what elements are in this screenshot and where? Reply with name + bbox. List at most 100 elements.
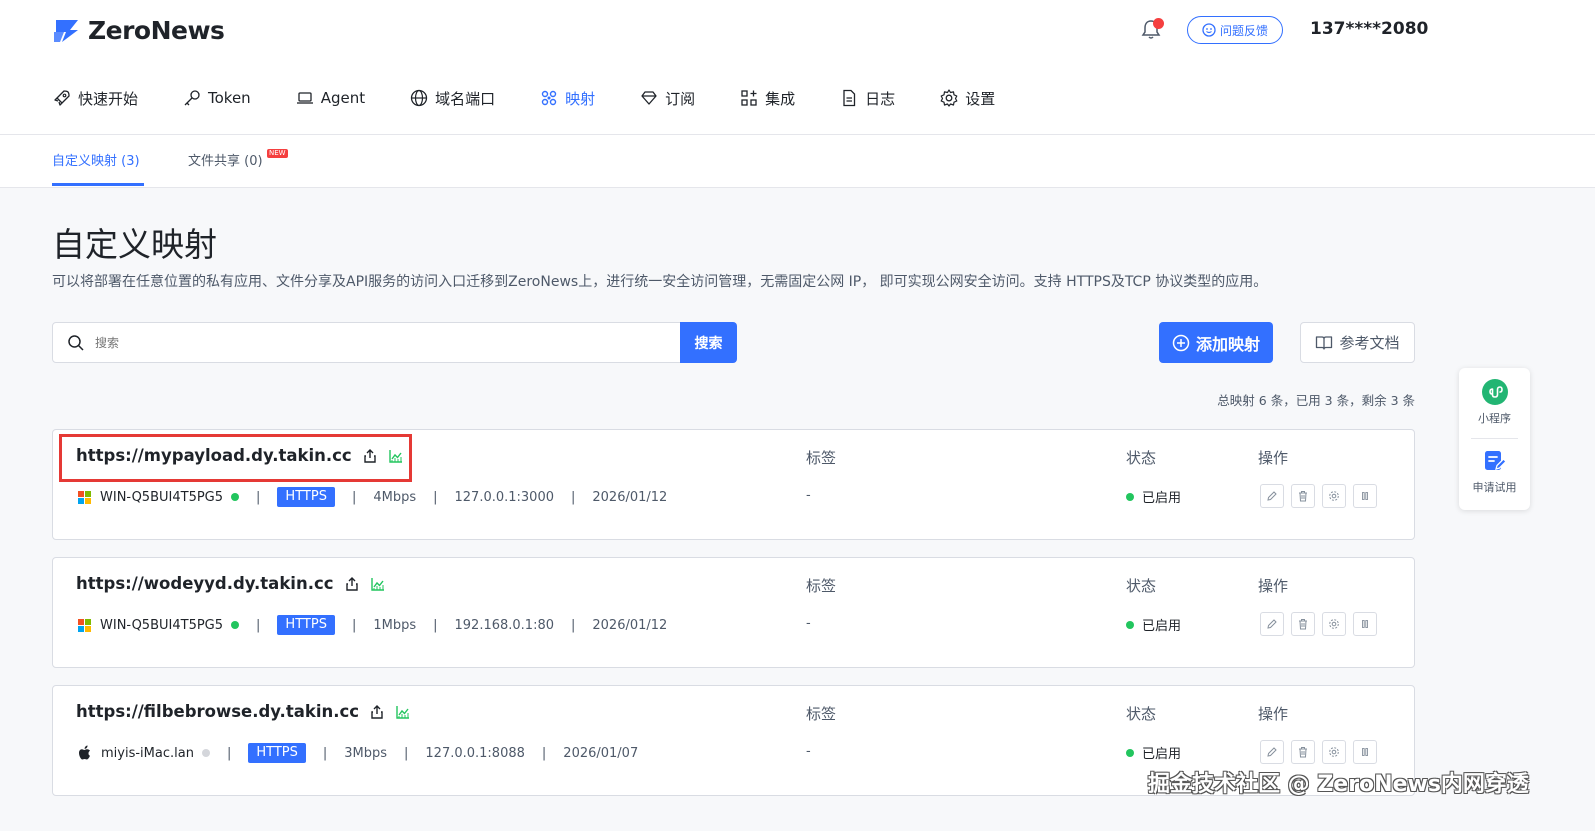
operations — [1260, 612, 1377, 636]
laptop-icon — [296, 92, 313, 104]
feedback-button[interactable]: 问题反馈 — [1187, 16, 1283, 44]
gear-icon — [1329, 491, 1339, 501]
nav-integration[interactable]: 集成 — [739, 86, 795, 110]
trash-icon — [1299, 747, 1307, 758]
edit-button[interactable] — [1260, 740, 1284, 764]
floating-side-panel: 小程序 申请试用 — [1459, 368, 1530, 510]
date: 2026/01/07 — [563, 745, 639, 761]
settings-button[interactable] — [1322, 612, 1346, 636]
reference-docs-button[interactable]: 参考文档 — [1300, 322, 1415, 363]
trash-icon — [1299, 619, 1307, 630]
protocol-badge: HTTPS — [277, 487, 335, 507]
bandwidth: 4Mbps — [373, 489, 417, 505]
pause-button[interactable] — [1353, 740, 1377, 764]
ops-header: 操作 — [1258, 449, 1289, 467]
apply-trial-button[interactable]: 申请试用 — [1459, 448, 1530, 495]
new-badge: NEW — [267, 149, 288, 158]
app-name: ZeroNews — [88, 16, 225, 45]
page-title: 自定义映射 — [52, 225, 217, 264]
feedback-label: 问题反馈 — [1219, 23, 1268, 38]
tags-header: 标签 — [806, 449, 837, 467]
share-icon[interactable] — [344, 576, 360, 592]
nav-label: 订阅 — [665, 89, 696, 108]
nav-label: 映射 — [565, 89, 596, 108]
status-header: 状态 — [1126, 577, 1157, 595]
gear-icon — [1329, 619, 1339, 629]
apple-icon — [79, 745, 90, 760]
pause-button[interactable] — [1353, 612, 1377, 636]
mapping-url: https://filbebrowse.dy.takin.cc — [76, 702, 411, 721]
search-button[interactable]: 搜索 — [680, 322, 737, 363]
delete-button[interactable] — [1291, 612, 1315, 636]
agent-host[interactable]: WIN-Q5BUI4T5PG5 — [100, 490, 223, 505]
chart-icon[interactable] — [395, 704, 411, 720]
mapping-url-link[interactable]: https://mypayload.dy.takin.cc — [76, 446, 352, 465]
reference-docs-label: 参考文档 — [1339, 334, 1400, 352]
delete-button[interactable] — [1291, 740, 1315, 764]
apps-icon — [741, 90, 757, 106]
agent-host[interactable]: miyis-iMac.lan — [101, 746, 194, 761]
tags-header: 标签 — [806, 577, 837, 595]
bandwidth: 1Mbps — [373, 617, 417, 633]
ops-header: 操作 — [1258, 577, 1289, 595]
miniapp-icon — [1481, 379, 1508, 405]
notification-dot — [1153, 18, 1164, 29]
chart-icon[interactable] — [370, 576, 386, 592]
nav-mapping[interactable]: 映射 — [539, 86, 595, 110]
nav-quickstart[interactable]: 快速开始 — [52, 86, 138, 110]
nav-label: 快速开始 — [78, 89, 139, 108]
separator: | — [226, 745, 232, 761]
nav-token[interactable]: Token — [182, 86, 251, 110]
mapping-url: https://mypayload.dy.takin.cc — [76, 446, 404, 465]
delete-button[interactable] — [1291, 484, 1315, 508]
search-input[interactable] — [95, 335, 595, 350]
tab-file-share[interactable]: 文件共享 (0) — [188, 150, 263, 169]
key-icon — [184, 90, 200, 106]
mapping-card: https://wodeyyd.dy.takin.cc WIN-Q5BUI4T5… — [52, 557, 1415, 668]
separator: | — [256, 489, 261, 505]
edit-button[interactable] — [1260, 612, 1284, 636]
nav-subscription[interactable]: 订阅 — [639, 86, 695, 110]
logo[interactable]: ZeroNews — [52, 16, 225, 45]
nav-logs[interactable]: 日志 — [839, 86, 895, 110]
mapping-card: https://mypayload.dy.takin.cc WIN-Q5BUI4… — [52, 429, 1415, 540]
tab-custom-mapping[interactable]: 自定义映射 (3) — [52, 150, 140, 169]
pause-icon — [1362, 748, 1368, 756]
nav-domain-port[interactable]: 域名端口 — [409, 86, 495, 110]
add-mapping-button[interactable]: 添加映射 — [1159, 322, 1273, 363]
mapping-url-link[interactable]: https://filbebrowse.dy.takin.cc — [76, 702, 359, 721]
main-nav: 快速开始 Token Agent 域名端口 映射 订阅 集成 日志 设置 — [52, 86, 1039, 110]
share-icon[interactable] — [369, 704, 385, 720]
pause-button[interactable] — [1353, 484, 1377, 508]
divider — [1471, 438, 1518, 439]
nav-agent[interactable]: Agent — [295, 86, 365, 110]
nav-settings[interactable]: 设置 — [939, 86, 995, 110]
separator: | — [256, 617, 261, 633]
miniapp-label: 小程序 — [1478, 412, 1511, 425]
status-header: 状态 — [1126, 705, 1157, 723]
status-header: 状态 — [1126, 449, 1157, 467]
pause-icon — [1362, 620, 1368, 628]
status-text: 已启用 — [1142, 491, 1182, 506]
miniapp-button[interactable]: 小程序 — [1459, 379, 1530, 426]
status-indicator: 已启用 — [1126, 615, 1181, 634]
separator: | — [322, 745, 328, 761]
protocol-badge: HTTPS — [248, 743, 306, 763]
chart-icon[interactable] — [388, 448, 404, 464]
trash-icon — [1299, 491, 1307, 502]
separator: | — [351, 489, 357, 505]
status-indicator: 已启用 — [1126, 743, 1181, 762]
user-account[interactable]: 137****2080 — [1310, 19, 1428, 39]
mapping-url: https://wodeyyd.dy.takin.cc — [76, 574, 386, 593]
page-description: 可以将部署在任意位置的私有应用、文件分享及API服务的访问入口迁移到ZeroNe… — [52, 274, 1268, 290]
agent-host[interactable]: WIN-Q5BUI4T5PG5 — [100, 618, 223, 633]
settings-button[interactable] — [1322, 484, 1346, 508]
rocket-icon — [54, 90, 70, 106]
online-dot — [231, 621, 240, 629]
separator: | — [541, 745, 547, 761]
share-icon[interactable] — [362, 448, 378, 464]
edit-button[interactable] — [1260, 484, 1284, 508]
tags-value: - — [806, 488, 811, 503]
settings-button[interactable] — [1322, 740, 1346, 764]
mapping-url-link[interactable]: https://wodeyyd.dy.takin.cc — [76, 574, 334, 593]
